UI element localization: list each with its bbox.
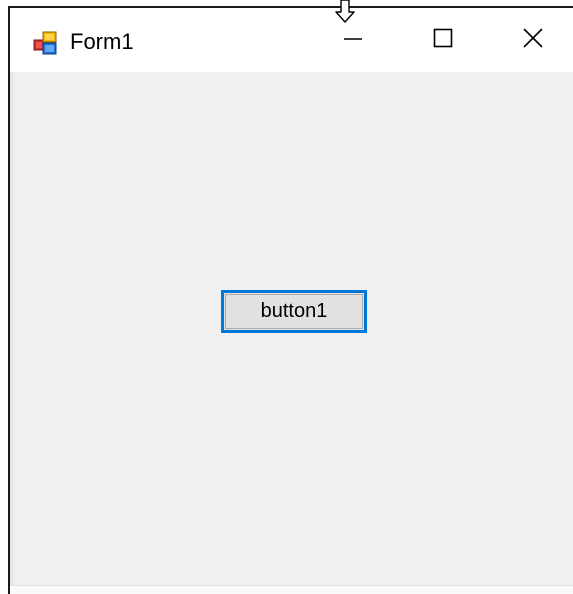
close-icon	[522, 27, 544, 54]
close-button[interactable]	[488, 8, 573, 72]
maximize-button[interactable]	[398, 8, 488, 72]
window-title: Form1	[70, 29, 134, 54]
client-bottom-edge	[10, 585, 573, 594]
title-bar[interactable]: Form1	[10, 8, 573, 72]
client-left-edge	[10, 72, 13, 594]
form-client-area: button1	[10, 72, 573, 594]
form1-window: Form1 button1	[8, 6, 573, 594]
minimize-icon	[342, 27, 364, 54]
button1[interactable]: button1	[221, 290, 367, 333]
maximize-icon	[432, 27, 454, 54]
winforms-app-icon	[33, 31, 57, 55]
minimize-button[interactable]	[308, 8, 398, 72]
button1-label: button1	[260, 300, 328, 322]
